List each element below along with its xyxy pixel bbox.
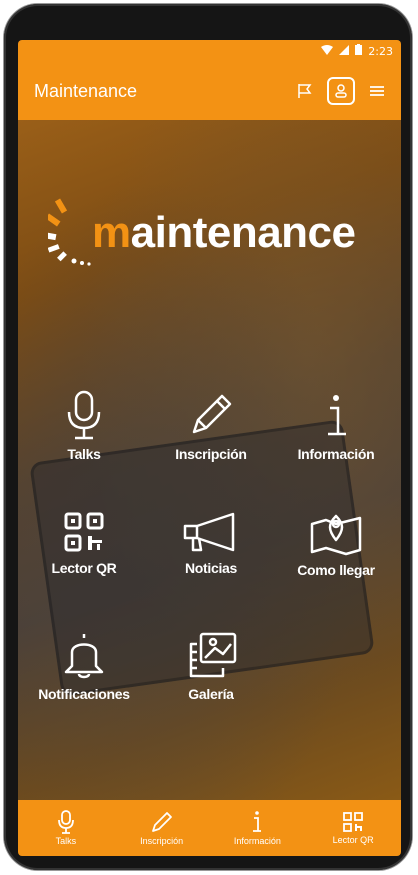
status-bar: 2:23 xyxy=(18,40,401,62)
qr-code-icon xyxy=(343,812,364,832)
logo-text: maintenance xyxy=(92,208,356,257)
bottom-navigation: Talks Inscripción Información Lector QR xyxy=(18,800,401,856)
maintenance-logo: maintenance xyxy=(48,195,356,271)
tile-notificaciones[interactable]: Notificaciones xyxy=(24,630,144,702)
status-time: 2:23 xyxy=(368,44,393,58)
logo-arc-icon xyxy=(48,198,91,266)
tile-label: Como llegar xyxy=(297,562,375,578)
bell-icon xyxy=(64,634,104,679)
info-icon xyxy=(328,395,346,436)
tile-inscripcion[interactable]: Inscripción xyxy=(151,390,271,462)
tile-label: Lector QR xyxy=(51,560,117,576)
tile-galeria[interactable]: Galería xyxy=(151,630,271,702)
microphone-icon xyxy=(67,390,101,440)
gallery-icon xyxy=(189,632,237,678)
qr-code-icon xyxy=(64,512,104,552)
tile-label: Inscripción xyxy=(175,446,247,462)
bottom-nav-informacion[interactable]: Información xyxy=(212,810,302,846)
tile-label: Noticias xyxy=(184,560,238,576)
tile-informacion[interactable]: Información xyxy=(276,390,396,462)
tile-lector-qr[interactable]: Lector QR xyxy=(24,510,144,576)
tile-label: Información xyxy=(297,446,375,462)
app-bar: Maintenance xyxy=(18,62,401,120)
bottom-nav-lector-qr[interactable]: Lector QR xyxy=(308,811,398,845)
wifi-icon xyxy=(321,44,334,58)
menu-button[interactable] xyxy=(363,77,391,105)
app-screen: 2:23 Maintenance maintenance Talks Inscr… xyxy=(18,40,401,856)
battery-icon xyxy=(355,44,363,58)
map-pin-icon xyxy=(310,514,362,556)
microphone-icon xyxy=(57,810,74,834)
pencil-icon xyxy=(151,812,172,832)
flag-button[interactable] xyxy=(291,77,319,105)
signal-icon xyxy=(339,44,350,58)
megaphone-icon xyxy=(183,512,235,552)
app-bar-actions xyxy=(291,77,401,105)
profile-button[interactable] xyxy=(327,77,355,105)
tile-como-llegar[interactable]: Como llegar xyxy=(276,510,396,578)
flag-icon xyxy=(298,84,312,98)
tile-label: Talks xyxy=(67,446,101,462)
bottom-nav-talks[interactable]: Talks xyxy=(21,810,111,846)
bottom-nav-inscripcion[interactable]: Inscripción xyxy=(117,810,207,846)
app-title: Maintenance xyxy=(34,80,138,101)
tile-noticias[interactable]: Noticias xyxy=(151,510,271,576)
tile-talks[interactable]: Talks xyxy=(24,390,144,462)
tile-label: Notificaciones xyxy=(38,686,130,702)
hamburger-icon xyxy=(370,86,384,96)
home-background: maintenance Talks Inscripción Informació… xyxy=(18,120,401,800)
info-icon xyxy=(253,811,262,832)
user-icon xyxy=(335,84,347,98)
pencil-icon xyxy=(192,394,232,434)
tile-label: Galería xyxy=(188,686,234,702)
